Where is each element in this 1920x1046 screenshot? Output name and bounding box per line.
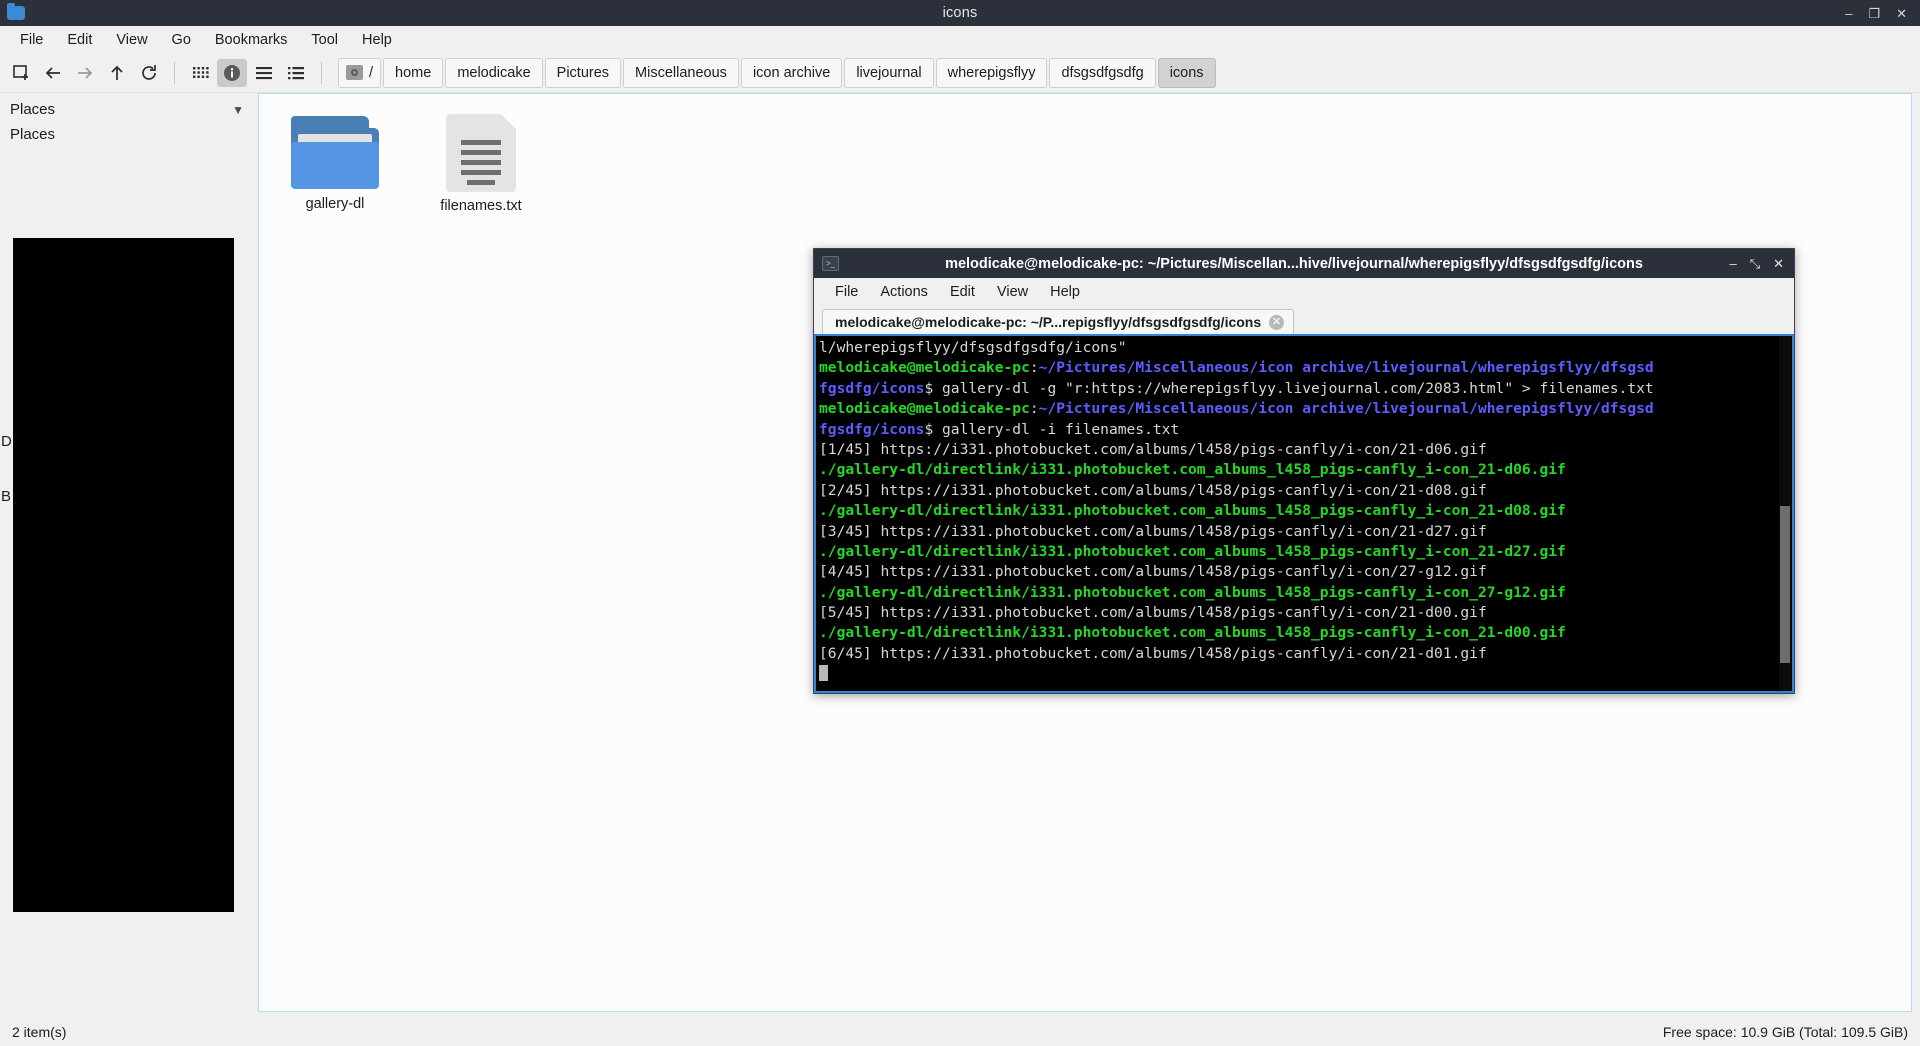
new-tab-icon[interactable] bbox=[6, 59, 36, 87]
terminal-tab-label: melodicake@melodicake-pc: ~/P...repigsfl… bbox=[835, 314, 1262, 330]
window-title: icons bbox=[942, 5, 978, 21]
terminal-line: [4/45] https://i331.photobucket.com/albu… bbox=[819, 563, 1487, 581]
sidebar-item-partial-b[interactable]: B bbox=[1, 488, 11, 505]
breadcrumb-item-livejournal[interactable]: livejournal bbox=[844, 57, 934, 88]
file-item-label: filenames.txt bbox=[440, 198, 522, 214]
menu-item-tool[interactable]: Tool bbox=[299, 29, 350, 51]
terminal-line: fgsdfg/icons$ gallery-dl -i filenames.tx… bbox=[819, 420, 1180, 438]
terminal-line: ./gallery-dl/directlink/i331.photobucket… bbox=[819, 461, 1566, 479]
menu-bar: File Edit View Go Bookmarks Tool Help bbox=[0, 26, 1920, 53]
terminal-menu-item-file[interactable]: File bbox=[824, 281, 869, 303]
terminal-line: fgsdfg/icons$ gallery-dl -g "r:https://w… bbox=[819, 379, 1654, 397]
terminal-scrollbar[interactable] bbox=[1779, 336, 1791, 691]
breadcrumb-item-melodicake[interactable]: melodicake bbox=[445, 57, 543, 88]
terminal-line: ./gallery-dl/directlink/i331.photobucket… bbox=[819, 542, 1566, 560]
terminal-window-controls: – ⤡ ✕ bbox=[1729, 256, 1794, 272]
breadcrumb-item-home[interactable]: home bbox=[383, 57, 444, 88]
terminal-menu-bar: File Actions Edit View Help bbox=[814, 278, 1794, 306]
back-icon[interactable] bbox=[38, 59, 68, 87]
terminal-tab[interactable]: melodicake@melodicake-pc: ~/P...repigsfl… bbox=[822, 309, 1295, 334]
terminal-menu-item-view[interactable]: View bbox=[986, 281, 1039, 303]
item-count-label: 2 item(s) bbox=[12, 1024, 67, 1040]
breadcrumb: / home melodicake Pictures Miscellaneous… bbox=[338, 57, 1216, 88]
reload-icon[interactable] bbox=[134, 59, 164, 87]
terminal-scrollbar-thumb[interactable] bbox=[1780, 506, 1790, 663]
status-bar: 2 item(s) Free space: 10.9 GiB (Total: 1… bbox=[0, 1018, 1920, 1046]
terminal-output: l/wherepigsflyy/dfsgsdfgsdfg/icons" melod… bbox=[819, 338, 1792, 685]
terminal-line: melodicake@melodicake-pc:~/Pictures/Misc… bbox=[819, 359, 1654, 377]
sidebar-item-partial-d[interactable]: D bbox=[1, 433, 12, 450]
file-item-folder[interactable]: gallery-dl bbox=[273, 108, 397, 212]
toolbar-divider bbox=[174, 61, 175, 84]
breadcrumb-item-miscellaneous[interactable]: Miscellaneous bbox=[623, 57, 739, 88]
folder-icon bbox=[289, 114, 381, 190]
terminal-menu-item-help[interactable]: Help bbox=[1039, 281, 1091, 303]
forward-icon[interactable] bbox=[70, 59, 100, 87]
breadcrumb-item-icons[interactable]: icons bbox=[1157, 57, 1216, 88]
terminal-window: >_ melodicake@melodicake-pc: ~/Pictures/… bbox=[813, 248, 1795, 694]
terminal-line: [3/45] https://i331.photobucket.com/albu… bbox=[819, 522, 1487, 540]
menu-item-edit[interactable]: Edit bbox=[55, 29, 104, 51]
terminal-tab-bar: melodicake@melodicake-pc: ~/P...repigsfl… bbox=[814, 306, 1794, 334]
up-icon[interactable] bbox=[102, 59, 132, 87]
sidebar: Places ▼ Places D B bbox=[0, 93, 258, 1018]
terminal-line: melodicake@melodicake-pc:~/Pictures/Misc… bbox=[819, 400, 1654, 418]
terminal-minimize-button[interactable]: – bbox=[1729, 256, 1736, 272]
terminal-menu-item-edit[interactable]: Edit bbox=[939, 281, 986, 303]
list-view-icon[interactable] bbox=[249, 59, 279, 87]
icon-grid: gallery-dl filenames.txt bbox=[273, 108, 1911, 214]
terminal-line: ./gallery-dl/directlink/i331.photobucket… bbox=[819, 583, 1566, 601]
compact-view-icon[interactable] bbox=[281, 59, 311, 87]
terminal-line: l/wherepigsflyy/dfsgsdfgsdfg/icons" bbox=[819, 339, 1127, 356]
close-tab-icon[interactable]: ✕ bbox=[1269, 314, 1285, 330]
terminal-line: [6/45] https://i331.photobucket.com/albu… bbox=[819, 644, 1487, 662]
free-space-label: Free space: 10.9 GiB (Total: 109.5 GiB) bbox=[1662, 1024, 1908, 1040]
sidebar-header-label: Places bbox=[10, 101, 56, 118]
breadcrumb-item-icon-archive[interactable]: icon archive bbox=[740, 57, 843, 88]
menu-item-view[interactable]: View bbox=[104, 29, 159, 51]
breadcrumb-item-wherepigsflyy[interactable]: wherepigsflyy bbox=[935, 57, 1048, 88]
breadcrumb-item-pictures[interactable]: Pictures bbox=[544, 57, 622, 88]
breadcrumb-root-label: / bbox=[369, 64, 374, 81]
terminal-icon: >_ bbox=[822, 256, 839, 271]
terminal-menu-item-actions[interactable]: Actions bbox=[869, 281, 939, 303]
file-item-text[interactable]: filenames.txt bbox=[419, 108, 543, 214]
toolbar-divider-2 bbox=[321, 61, 322, 84]
detail-info-icon[interactable] bbox=[217, 58, 247, 87]
chevron-down-icon[interactable]: ▼ bbox=[232, 103, 244, 117]
breadcrumb-item-dfsgsdfgsdfg[interactable]: dfsgsdfgsdfg bbox=[1049, 57, 1156, 88]
terminal-line: [1/45] https://i331.photobucket.com/albu… bbox=[819, 440, 1487, 458]
menu-item-bookmarks[interactable]: Bookmarks bbox=[203, 29, 300, 51]
terminal-line: ./gallery-dl/directlink/i331.photobucket… bbox=[819, 502, 1566, 520]
terminal-screen[interactable]: l/wherepigsflyy/dfsgsdfgsdfg/icons" melod… bbox=[814, 334, 1794, 693]
file-manager-titlebar: icons – ❐ ✕ bbox=[0, 0, 1920, 26]
terminal-line: ./gallery-dl/directlink/i331.photobucket… bbox=[819, 624, 1566, 642]
terminal-titlebar: >_ melodicake@melodicake-pc: ~/Pictures/… bbox=[814, 249, 1794, 278]
text-file-icon bbox=[446, 114, 516, 192]
terminal-line: [5/45] https://i331.photobucket.com/albu… bbox=[819, 604, 1487, 622]
terminal-close-button[interactable]: ✕ bbox=[1773, 256, 1784, 272]
icon-view-icon[interactable] bbox=[185, 59, 215, 87]
sidebar-render-artifact bbox=[13, 238, 234, 912]
terminal-cursor bbox=[819, 664, 1792, 684]
terminal-maximize-button[interactable]: ⤡ bbox=[1750, 256, 1760, 272]
menu-item-help[interactable]: Help bbox=[350, 29, 404, 51]
terminal-line: [2/45] https://i331.photobucket.com/albu… bbox=[819, 481, 1487, 499]
file-item-label: gallery-dl bbox=[305, 196, 365, 212]
menu-item-file[interactable]: File bbox=[8, 29, 55, 51]
disk-icon bbox=[346, 65, 363, 80]
sidebar-header: Places ▼ bbox=[0, 97, 258, 122]
breadcrumb-root[interactable]: / bbox=[338, 57, 382, 88]
terminal-window-title: melodicake@melodicake-pc: ~/Pictures/Mis… bbox=[945, 255, 1643, 272]
toolbar: / home melodicake Pictures Miscellaneous… bbox=[0, 53, 1920, 93]
menu-item-go[interactable]: Go bbox=[160, 29, 203, 51]
sidebar-places-group-label: Places bbox=[10, 126, 56, 143]
